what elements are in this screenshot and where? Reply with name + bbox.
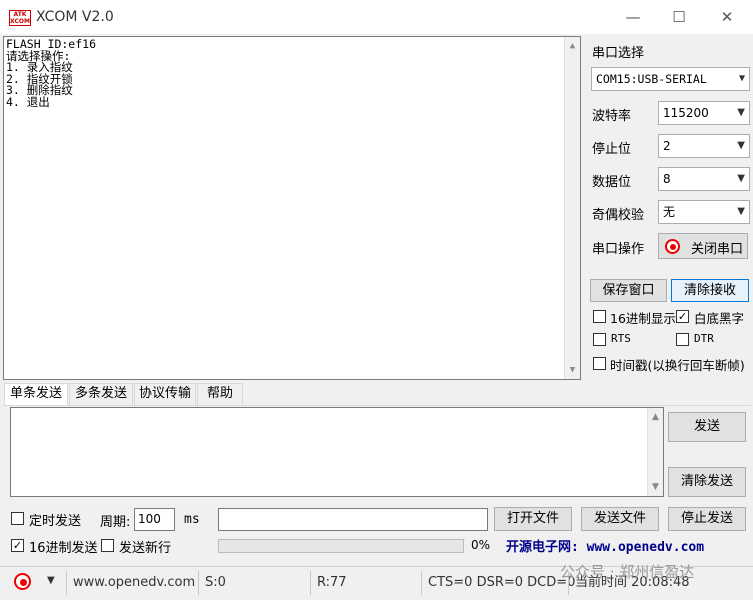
rts-label: RTS [611, 332, 631, 345]
dtr-label: DTR [694, 332, 714, 345]
watermark: 公众号 · 郑州信盈达 [560, 563, 695, 581]
white-bg-label: 白底黑字 [694, 311, 745, 326]
dtr-checkbox[interactable] [676, 333, 689, 346]
minimize-icon[interactable]: — [610, 0, 656, 34]
send-text-area[interactable]: ▲ ▼ [10, 407, 664, 497]
close-port-button[interactable]: 关闭串口 [658, 233, 748, 259]
receive-lines: FLASH_ID:ef16 请选择操作: 1. 录入指纹 2. 指纹开锁 3. 删除指纹… [6, 38, 96, 109]
baud-select[interactable]: 115200 ▼ [658, 101, 750, 125]
scroll-up-icon[interactable]: ▲ [648, 412, 663, 422]
period-unit: ms [184, 512, 200, 527]
modem-lines: CTS=0 DSR=0 DCD=0 [421, 571, 578, 595]
open-file-button[interactable]: 打开文件 [494, 507, 572, 531]
timed-send-checkbox[interactable] [11, 512, 24, 525]
period-label: 周期: [100, 515, 131, 530]
port-select[interactable]: COM15:USB-SERIAL ▼ [591, 67, 750, 91]
stop-bits-label: 停止位 [592, 142, 632, 157]
tab-divider [3, 405, 751, 406]
progress-percent: 0% [471, 538, 491, 552]
parity-label: 奇偶校验 [592, 208, 645, 223]
timed-send-label: 定时发送 [29, 514, 82, 529]
parity-value: 无 [663, 205, 676, 219]
received-count: R:77 [310, 571, 427, 595]
title-bar: ATK XCOM XCOM V2.0 — ☐ ✕ [0, 0, 753, 34]
data-bits-value: 8 [663, 172, 671, 186]
tab-help[interactable]: 帮助 [197, 383, 243, 405]
send-progress-bar [218, 539, 464, 553]
promo-link[interactable]: 开源电子网: www.openedv.com [506, 536, 704, 555]
clear-receive-button[interactable]: 清除接收 [671, 279, 749, 302]
white-bg-checkbox[interactable]: ✓ [676, 310, 689, 323]
tab-protocol[interactable]: 协议传输 [134, 383, 196, 405]
status-bar: ▼ www.openedv.com S:0 R:77 CTS=0 DSR=0 D… [0, 563, 753, 600]
dropdown-arrow-icon[interactable]: ▼ [47, 575, 55, 586]
receive-scrollbar[interactable]: ▲ ▼ [564, 37, 580, 379]
data-bits-select[interactable]: 8 ▼ [658, 167, 750, 191]
data-bits-label: 数据位 [592, 175, 632, 190]
receive-line: 4. 退出 [6, 94, 50, 109]
file-path-input[interactable] [218, 508, 488, 531]
scroll-down-icon[interactable]: ▼ [648, 482, 663, 492]
save-window-button[interactable]: 保存窗口 [590, 279, 667, 302]
baud-label: 波特率 [592, 109, 632, 124]
port-select-label: 串口选择 [592, 46, 645, 61]
website-link[interactable]: www.openedv.com [66, 571, 203, 595]
tab-multi-send[interactable]: 多条发送 [69, 383, 133, 405]
chevron-down-icon: ▼ [737, 206, 745, 217]
send-newline-label: 发送新行 [119, 541, 172, 556]
chevron-down-icon: ▼ [737, 140, 745, 151]
window-title: XCOM V2.0 [36, 9, 114, 25]
send-scrollbar[interactable]: ▲ ▼ [647, 408, 663, 496]
timestamp-label: 时间戳(以换行回车断帧) [610, 358, 745, 373]
close-icon[interactable]: ✕ [704, 0, 750, 34]
clear-send-button[interactable]: 清除发送 [668, 467, 746, 497]
send-newline-checkbox[interactable] [101, 539, 114, 552]
timestamp-checkbox[interactable] [593, 357, 606, 370]
baud-value: 115200 [663, 106, 709, 120]
stop-send-button[interactable]: 停止发送 [668, 507, 746, 531]
rts-checkbox[interactable] [593, 333, 606, 346]
sent-count: S:0 [198, 571, 315, 595]
hex-display-checkbox[interactable] [593, 310, 606, 323]
period-input[interactable]: 100 [134, 508, 175, 531]
send-file-button[interactable]: 发送文件 [581, 507, 659, 531]
stop-bits-value: 2 [663, 139, 671, 153]
settings-icon-dot [20, 579, 27, 586]
close-port-label: 关闭串口 [691, 242, 744, 257]
scroll-down-icon[interactable]: ▼ [565, 365, 580, 377]
stop-bits-select[interactable]: 2 ▼ [658, 134, 750, 158]
hex-send-checkbox[interactable]: ✓ [11, 539, 24, 552]
chevron-down-icon: ▼ [737, 173, 745, 184]
tab-single-send[interactable]: 单条发送 [4, 383, 68, 406]
maximize-icon[interactable]: ☐ [656, 0, 702, 34]
scroll-up-icon[interactable]: ▲ [565, 41, 580, 53]
send-button[interactable]: 发送 [668, 412, 746, 442]
hex-display-label: 16进制显示 [610, 311, 676, 326]
port-select-value: COM15:USB-SERIAL [596, 72, 707, 86]
parity-select[interactable]: 无 ▼ [658, 200, 750, 224]
app-logo-icon: ATK XCOM [9, 10, 31, 26]
port-op-label: 串口操作 [592, 242, 645, 257]
receive-text-area[interactable]: FLASH_ID:ef16 请选择操作: 1. 录入指纹 2. 指纹开锁 3. 删除指纹… [3, 36, 581, 380]
chevron-down-icon: ▼ [737, 107, 745, 118]
chevron-down-icon: ▼ [738, 73, 745, 84]
hex-send-label: 16进制发送 [29, 541, 98, 556]
port-status-dot [670, 244, 676, 250]
